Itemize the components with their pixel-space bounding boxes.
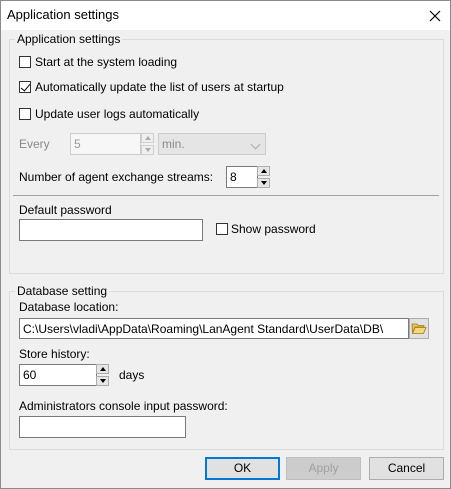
admin-password-label: Administrators console input password: xyxy=(19,399,228,413)
default-password-input[interactable] xyxy=(19,219,203,241)
database-location-label: Database location: xyxy=(19,300,119,314)
streams-label: Number of agent exchange streams: xyxy=(19,170,214,184)
streams-input[interactable]: 8 xyxy=(226,166,258,188)
streams-spin-up[interactable] xyxy=(257,166,270,176)
history-spin-up[interactable] xyxy=(96,364,109,374)
show-password-label[interactable]: Show password xyxy=(231,222,316,236)
interval-unit-select[interactable]: min. xyxy=(158,133,266,155)
chevron-down-icon xyxy=(261,181,267,185)
ok-button[interactable]: OK xyxy=(205,457,280,480)
store-history-spinner[interactable] xyxy=(96,364,110,386)
chevron-up-icon xyxy=(145,136,151,140)
chevron-down-icon xyxy=(145,148,151,152)
show-password-checkbox[interactable] xyxy=(216,223,228,235)
every-input[interactable]: 5 xyxy=(70,133,141,155)
days-label: days xyxy=(119,368,145,382)
database-setting-legend: Database setting xyxy=(15,284,110,298)
title-bar: Application settings xyxy=(1,1,450,30)
window-title: Application settings xyxy=(7,7,120,22)
streams-spinner[interactable] xyxy=(257,166,271,188)
streams-spin-down[interactable] xyxy=(257,178,270,188)
admin-password-input[interactable] xyxy=(19,416,186,438)
settings-window: Application settings Application setting… xyxy=(0,0,451,489)
every-spinner[interactable] xyxy=(141,133,155,155)
chevron-up-icon xyxy=(100,367,106,371)
store-history-label: Store history: xyxy=(19,347,90,361)
chevron-down-icon xyxy=(250,139,261,150)
close-button[interactable] xyxy=(420,1,450,30)
application-settings-legend: Application settings xyxy=(15,32,123,46)
chevron-down-icon xyxy=(100,379,106,383)
update-logs-label[interactable]: Update user logs automatically xyxy=(35,107,199,121)
cancel-button[interactable]: Cancel xyxy=(369,457,444,480)
apply-button[interactable]: Apply xyxy=(286,457,361,480)
chevron-up-icon xyxy=(261,169,267,173)
update-logs-checkbox[interactable] xyxy=(19,108,31,120)
start-loading-checkbox[interactable] xyxy=(19,56,31,68)
default-password-label: Default password xyxy=(19,203,112,217)
interval-unit-value: min. xyxy=(162,137,185,151)
store-history-input[interactable]: 60 xyxy=(19,364,97,386)
close-icon xyxy=(429,10,441,21)
every-label: Every xyxy=(19,137,50,151)
every-spin-up[interactable] xyxy=(141,133,154,143)
database-location-input[interactable]: C:\Users\vladi\AppData\Roaming\LanAgent … xyxy=(19,318,409,339)
group-separator xyxy=(13,195,439,196)
browse-folder-button[interactable] xyxy=(409,318,429,339)
every-spin-down[interactable] xyxy=(141,145,154,155)
history-spin-down[interactable] xyxy=(96,376,109,386)
folder-open-icon xyxy=(411,323,427,334)
auto-update-checkbox[interactable] xyxy=(19,81,31,93)
start-loading-label[interactable]: Start at the system loading xyxy=(35,55,177,69)
auto-update-label[interactable]: Automatically update the list of users a… xyxy=(35,80,284,94)
